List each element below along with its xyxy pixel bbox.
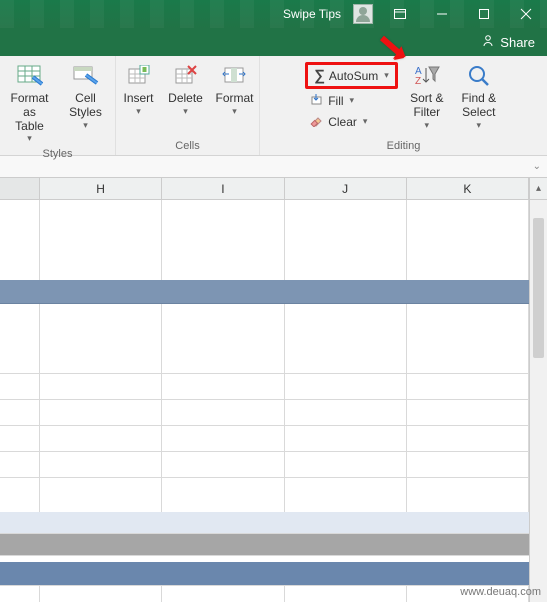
fill-icon bbox=[310, 92, 324, 109]
watermark: www.deuaq.com bbox=[460, 586, 541, 598]
title-bar: Swipe Tips bbox=[0, 0, 547, 28]
minimize-button[interactable] bbox=[421, 0, 463, 28]
scrollbar-thumb[interactable] bbox=[533, 218, 544, 358]
insert-button[interactable]: Insert ▾ bbox=[117, 60, 161, 118]
maximize-button[interactable] bbox=[463, 0, 505, 28]
expand-formula-bar-icon[interactable]: ⌄ bbox=[533, 161, 541, 172]
dropdown-caret-icon: ▾ bbox=[83, 120, 88, 130]
format-as-table-label: Format as Table bbox=[7, 92, 53, 133]
clear-label: Clear bbox=[328, 115, 357, 129]
cell-styles-label: Cell Styles bbox=[69, 92, 102, 120]
dropdown-caret-icon: ▾ bbox=[232, 106, 237, 116]
cell-styles-icon bbox=[72, 62, 100, 90]
cells-group-label: Cells bbox=[175, 138, 199, 155]
column-header[interactable]: J bbox=[285, 178, 407, 199]
styles-group-label: Styles bbox=[43, 146, 73, 163]
share-button[interactable]: Share bbox=[500, 35, 535, 50]
column-headers: H I J K ▴ bbox=[0, 178, 547, 200]
delete-label: Delete bbox=[168, 92, 203, 106]
dropdown-caret-icon: ▾ bbox=[183, 106, 188, 116]
table-row[interactable] bbox=[0, 534, 529, 556]
sort-filter-label: Sort & Filter bbox=[410, 92, 443, 120]
clear-button[interactable]: Clear ▾ bbox=[305, 112, 398, 131]
format-label: Format bbox=[215, 92, 253, 106]
fill-label: Fill bbox=[328, 94, 343, 108]
table-row[interactable] bbox=[0, 562, 529, 586]
dropdown-caret-icon: ▾ bbox=[27, 133, 32, 143]
fill-button[interactable]: Fill ▾ bbox=[305, 91, 398, 110]
format-as-table-icon bbox=[16, 62, 44, 90]
dropdown-caret-icon: ▾ bbox=[350, 95, 355, 106]
window-controls bbox=[379, 0, 547, 28]
ribbon-display-options-button[interactable] bbox=[379, 0, 421, 28]
scroll-gutter: ▴ bbox=[529, 178, 547, 199]
delete-cells-icon bbox=[172, 62, 200, 90]
table-row[interactable] bbox=[0, 304, 529, 348]
sigma-icon: ∑ bbox=[314, 67, 325, 84]
column-header[interactable]: K bbox=[407, 178, 529, 199]
svg-text:Z: Z bbox=[415, 76, 421, 87]
grid-rows bbox=[0, 200, 529, 602]
table-row[interactable] bbox=[0, 280, 529, 304]
editing-group-label: Editing bbox=[387, 138, 421, 155]
table-row[interactable] bbox=[0, 374, 529, 400]
table-row[interactable] bbox=[0, 400, 529, 426]
table-row[interactable] bbox=[0, 348, 529, 374]
table-row[interactable] bbox=[0, 236, 529, 280]
clear-icon bbox=[310, 113, 324, 130]
dropdown-caret-icon: ▾ bbox=[363, 116, 368, 127]
table-row[interactable] bbox=[0, 452, 529, 478]
document-title: Swipe Tips bbox=[277, 7, 347, 21]
vertical-scrollbar[interactable] bbox=[529, 200, 547, 602]
find-select-label: Find & Select bbox=[461, 92, 496, 120]
delete-button[interactable]: Delete ▾ bbox=[163, 60, 209, 118]
dropdown-caret-icon: ▾ bbox=[477, 120, 482, 130]
styles-group: Format as Table ▾ Cell Styles ▾ Styles bbox=[0, 56, 116, 155]
user-avatar[interactable] bbox=[353, 4, 373, 24]
table-row[interactable] bbox=[0, 426, 529, 452]
select-all-corner[interactable] bbox=[0, 178, 40, 199]
find-select-button[interactable]: Find & Select ▾ bbox=[454, 60, 504, 132]
close-button[interactable] bbox=[505, 0, 547, 28]
sort-filter-icon: AZ bbox=[413, 62, 441, 90]
share-bar: Share bbox=[0, 28, 547, 56]
table-row[interactable] bbox=[0, 512, 529, 534]
column-header[interactable]: I bbox=[162, 178, 284, 199]
table-row[interactable] bbox=[0, 478, 529, 512]
autosum-label: AutoSum bbox=[329, 69, 378, 83]
dropdown-caret-icon: ▾ bbox=[425, 120, 430, 130]
find-select-icon bbox=[465, 62, 493, 90]
format-as-table-button[interactable]: Format as Table ▾ bbox=[3, 60, 57, 146]
cell-styles-button[interactable]: Cell Styles ▾ bbox=[59, 60, 113, 132]
table-row[interactable] bbox=[0, 200, 529, 236]
format-button[interactable]: Format ▾ bbox=[211, 60, 259, 118]
column-header[interactable]: H bbox=[40, 178, 162, 199]
cells-group: Insert ▾ Delete ▾ Format ▾ Cells bbox=[116, 56, 260, 155]
insert-cells-icon bbox=[125, 62, 153, 90]
format-cells-icon bbox=[221, 62, 249, 90]
formula-bar[interactable]: ⌄ bbox=[0, 156, 547, 178]
worksheet-grid[interactable] bbox=[0, 200, 547, 602]
callout-arrow bbox=[376, 34, 410, 73]
dropdown-caret-icon: ▾ bbox=[136, 106, 141, 116]
ribbon: Format as Table ▾ Cell Styles ▾ Styles I… bbox=[0, 56, 547, 156]
share-icon bbox=[481, 34, 495, 51]
insert-label: Insert bbox=[123, 92, 153, 106]
